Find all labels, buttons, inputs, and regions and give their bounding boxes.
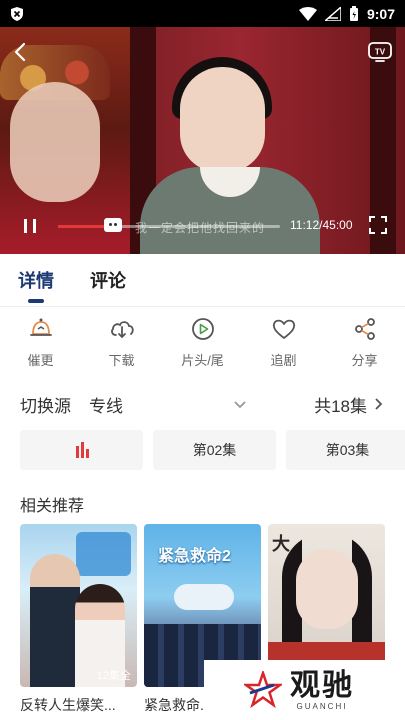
- battery-icon: [349, 5, 358, 21]
- progress-thumb[interactable]: [104, 218, 123, 232]
- poster-title: 紧急救命2: [158, 548, 231, 565]
- switch-source-button[interactable]: 切换源: [20, 392, 71, 417]
- status-time: 9:07: [366, 5, 395, 22]
- signal-icon: [324, 6, 341, 21]
- skip-intro-outro-button[interactable]: 片头/尾: [168, 312, 238, 374]
- episode-count-link[interactable]: 共18集: [314, 392, 367, 417]
- tv-cast-icon[interactable]: TV: [367, 41, 393, 63]
- action-label: 分享: [351, 353, 378, 368]
- follow-drama-button[interactable]: 追剧: [249, 312, 319, 374]
- poster-title: 大: [272, 534, 290, 554]
- playing-bars-icon: [75, 442, 89, 458]
- chevron-down-icon[interactable]: [233, 397, 247, 411]
- status-icons: 9:07: [298, 5, 395, 22]
- watermark-text: 观驰: [290, 668, 354, 702]
- action-label: 下载: [108, 353, 135, 368]
- tab-details[interactable]: 详情: [18, 267, 54, 303]
- watermark-subtext: GUANCHI: [296, 701, 348, 711]
- back-arrow-icon[interactable]: [10, 41, 30, 63]
- status-bar: 9:07: [0, 0, 405, 27]
- pause-icon[interactable]: [20, 216, 40, 236]
- video-player[interactable]: TV 我一定会把他找回来的 11:12/45:00: [0, 27, 405, 254]
- tab-comments[interactable]: 评论: [90, 267, 126, 293]
- download-button[interactable]: 下载: [87, 312, 157, 374]
- fullscreen-icon[interactable]: [369, 216, 387, 234]
- actor-face: [180, 67, 265, 172]
- watermark-logo: 观驰 GUANCHI: [204, 660, 405, 720]
- action-label: 催更: [27, 353, 54, 368]
- tabs-divider: [0, 306, 405, 307]
- remind-update-button[interactable]: 催更: [6, 312, 76, 374]
- shield-icon: [11, 6, 23, 21]
- play-circle-icon: [191, 318, 214, 340]
- episode-item[interactable]: 第02集: [153, 430, 276, 470]
- episode-item[interactable]: 第03集: [286, 430, 405, 470]
- share-icon: [354, 318, 375, 340]
- detail-tabs: 详情 评论: [0, 254, 405, 306]
- poster-image: 12集全: [20, 524, 137, 687]
- progress-bar[interactable]: [58, 218, 280, 232]
- card-title: 反转人生爆笑...: [20, 697, 116, 713]
- cloud-download-icon: [110, 321, 134, 339]
- poster-title-art: [76, 532, 131, 576]
- chevron-right-icon[interactable]: [371, 397, 385, 411]
- source-row: 切换源 专线 共18集: [0, 388, 405, 420]
- actor-face-left: [10, 82, 100, 202]
- share-button[interactable]: 分享: [330, 312, 400, 374]
- time-readout: 11:12/45:00: [290, 218, 353, 232]
- heart-icon: [272, 319, 295, 339]
- episode-item-playing[interactable]: [20, 430, 143, 470]
- poster-face: [296, 549, 358, 629]
- action-label: 追剧: [270, 353, 297, 368]
- player-controls: 11:12/45:00: [0, 212, 405, 242]
- helicopter-shape: [174, 584, 234, 610]
- wifi-icon: [298, 6, 317, 21]
- episode-badge: 12集全: [96, 670, 131, 682]
- star-logo-icon: [244, 671, 282, 709]
- svg-text:TV: TV: [375, 48, 386, 57]
- related-section-title: 相关推荐: [20, 498, 85, 515]
- related-card[interactable]: 12集全 反转人生爆笑...: [20, 524, 137, 720]
- poster-figure: [30, 554, 80, 687]
- episode-list: 第02集 第03集: [20, 430, 405, 470]
- action-row: 催更 下载 片头/尾 追剧 分享: [0, 312, 405, 374]
- action-label: 片头/尾: [181, 353, 224, 368]
- source-line-select[interactable]: 专线: [89, 392, 123, 417]
- alarm-bell-icon: [29, 318, 52, 336]
